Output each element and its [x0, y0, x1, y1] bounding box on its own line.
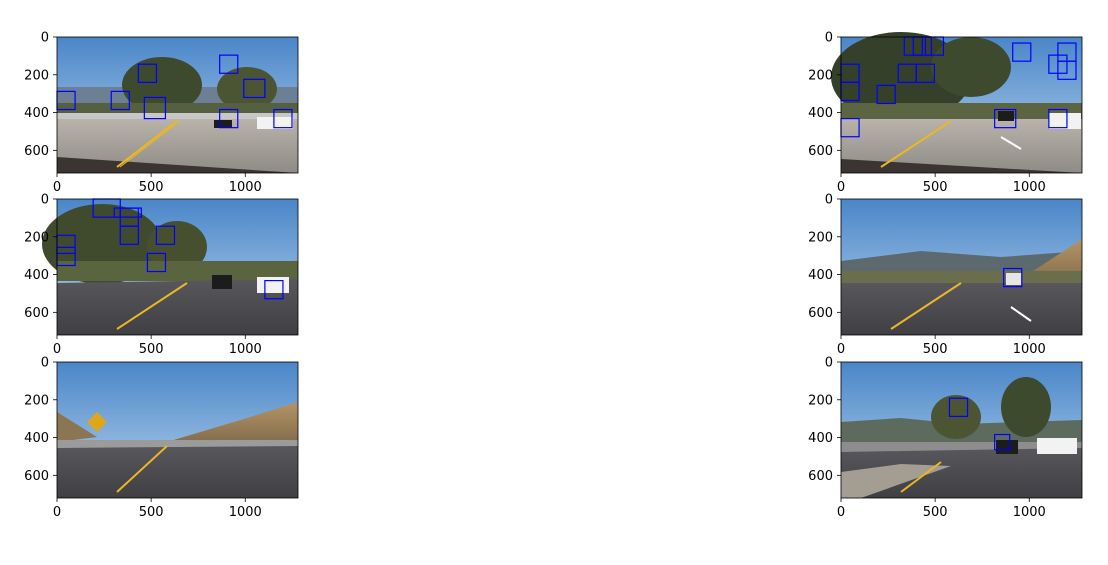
detection-figure: 0 500 1000 0 200 400 600 0 500 1000 0 200 400 600 0 500…	[24, 31, 1083, 520]
x-tick-label: 1000	[229, 180, 262, 195]
x-tick-label: 500	[139, 505, 164, 520]
panel-2-image	[831, 32, 1082, 173]
y-tick-label: 0	[41, 356, 49, 371]
panel-6	[841, 362, 1082, 498]
panel-4-image	[841, 199, 1082, 335]
panel-6-image	[841, 362, 1082, 498]
y-tick-label: 0	[825, 193, 833, 208]
y-tick-label: 200	[808, 68, 833, 83]
x-tick-label: 500	[923, 342, 948, 357]
panel-5-image	[57, 362, 298, 498]
x-tick-label: 1000	[1013, 505, 1046, 520]
panel-4	[841, 199, 1082, 335]
y-tick-label: 200	[808, 230, 833, 245]
x-tick-label: 0	[837, 342, 845, 357]
panel-1-image	[57, 37, 298, 173]
x-tick-label: 1000	[1013, 180, 1046, 195]
x-tick-label: 500	[139, 342, 164, 357]
x-tick-label: 500	[923, 180, 948, 195]
y-tick-label: 0	[825, 31, 833, 46]
y-tick-label: 400	[808, 106, 833, 121]
y-tick-label: 600	[808, 306, 833, 321]
y-tick-label: 200	[24, 68, 49, 83]
y-tick-label: 400	[24, 268, 49, 283]
x-tick-label: 0	[837, 180, 845, 195]
y-tick-label: 600	[808, 144, 833, 159]
panel-5	[57, 362, 298, 498]
x-tick-label: 1000	[229, 342, 262, 357]
x-tick-label: 500	[139, 180, 164, 195]
x-tick-label: 500	[923, 505, 948, 520]
x-tick-label: 0	[837, 505, 845, 520]
panel-1	[56, 37, 298, 173]
x-tick-label: 0	[53, 342, 61, 357]
y-tick-label: 600	[24, 306, 49, 321]
y-tick-label: 0	[41, 31, 49, 46]
x-tick-label: 1000	[1013, 342, 1046, 357]
y-tick-label: 0	[41, 193, 49, 208]
y-tick-label: 400	[808, 268, 833, 283]
y-tick-label: 200	[24, 230, 49, 245]
x-tick-label: 0	[53, 180, 61, 195]
x-tick-label: 1000	[229, 505, 262, 520]
panel-3	[42, 198, 298, 335]
y-tick-label: 0	[825, 356, 833, 371]
y-tick-label: 200	[808, 393, 833, 408]
x-tick-label: 0	[53, 505, 61, 520]
y-tick-label: 400	[24, 106, 49, 121]
y-tick-label: 600	[808, 469, 833, 484]
y-tick-label: 400	[24, 431, 49, 446]
panel-2	[831, 32, 1082, 173]
y-tick-label: 400	[808, 431, 833, 446]
y-tick-label: 200	[24, 393, 49, 408]
panel-3-image	[42, 199, 298, 335]
y-tick-label: 600	[24, 144, 49, 159]
y-tick-label: 600	[24, 469, 49, 484]
